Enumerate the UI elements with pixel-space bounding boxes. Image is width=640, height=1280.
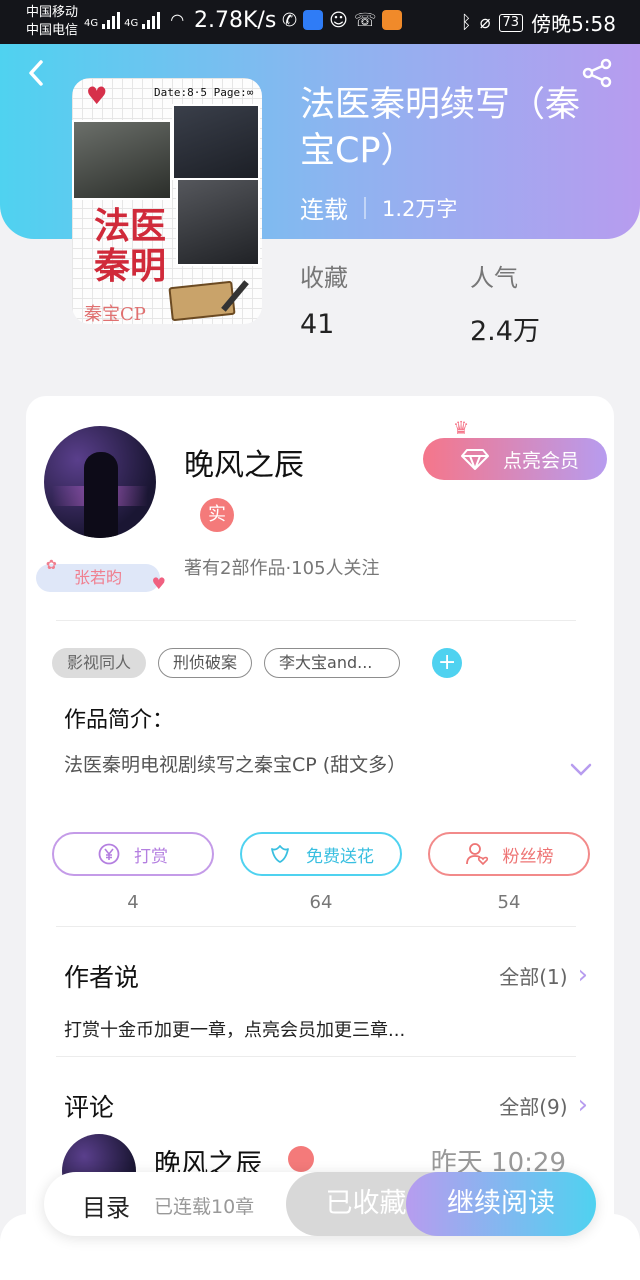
author-says-more[interactable]: 全部(1) ›: [499, 960, 588, 990]
author-says-title: 作者说: [64, 963, 140, 992]
wifi-icon: ◠: [170, 10, 185, 29]
plus-icon: +: [437, 650, 457, 675]
author-stats: 著有2部作品·105人关注: [184, 558, 380, 579]
toc-button[interactable]: 目录: [82, 1188, 130, 1223]
reward-count: 4: [127, 892, 139, 913]
phone-icon: ☏: [353, 10, 377, 31]
carrier-2: 中国电信: [26, 23, 79, 38]
book-cover[interactable]: ♥ Date:8·5 Page:∞ 法医秦明 秦宝CP: [72, 78, 262, 324]
fans-label: 粉丝榜: [502, 846, 554, 867]
video-icon: [382, 10, 403, 30]
carrier-info: 中国移动 中国电信: [26, 4, 78, 40]
author-says-text[interactable]: 打赏十金币加更一章，点亮会员加更三章...: [64, 1016, 405, 1042]
chevron-right-icon: ›: [577, 1090, 588, 1120]
author-says-more-label: 全部(1): [499, 964, 568, 989]
flower-label: 免费送花: [306, 846, 374, 867]
network-type-2: 4G: [124, 18, 139, 29]
back-icon: [29, 60, 43, 86]
send-flower-button[interactable]: 免费送花: [240, 832, 402, 876]
pendant-label: 张若昀: [73, 568, 122, 587]
add-tag-button[interactable]: +: [432, 648, 463, 678]
cover-title: 法医秦明: [94, 205, 167, 287]
bottom-action-bar: 目录 已连载10章 已收藏 继续阅读: [44, 1172, 596, 1236]
chapter-count: 已连载10章: [154, 1196, 255, 1218]
cover-photo: [172, 104, 260, 180]
tag-list: 影视同人 刑侦破案 李大宝and... +: [52, 648, 463, 678]
status-time: 傍晚5:58: [531, 12, 616, 36]
fans-ranking-button[interactable]: 粉丝榜: [428, 832, 590, 876]
app-icon: [303, 10, 324, 30]
chevron-right-icon: ›: [577, 960, 588, 990]
book-meta: 连载 1.2万字: [300, 190, 457, 225]
back-button[interactable]: [24, 58, 54, 88]
favorites-stat: 收藏 41: [300, 258, 348, 340]
avatar-pendant: ✿ 张若昀 ♥: [36, 558, 166, 593]
notification-icons: ✆ ☺ ☏: [282, 10, 403, 31]
word-count: 1.2万字: [382, 196, 458, 221]
sparkle-icon: ✿: [46, 558, 57, 573]
fans-action: 粉丝榜 54: [428, 832, 590, 913]
book-status: 连载: [300, 196, 348, 224]
avatar-figure: [84, 452, 118, 538]
book-detail-card: ✿ 张若昀 ♥ 晚风之辰 实 著有2部作品·105人关注 ♛ 点亮会员 影视同人…: [26, 396, 614, 1280]
bluetooth-icon: ᛒ: [460, 12, 472, 33]
favorites-label: 收藏: [300, 264, 348, 292]
author-name[interactable]: 晚风之辰: [184, 440, 304, 484]
favorites-value: 41: [300, 309, 335, 340]
crown-icon: ♛: [453, 418, 470, 439]
tag-item[interactable]: 李大宝and...: [264, 648, 401, 678]
reward-button[interactable]: 打赏: [52, 832, 214, 876]
mute-icon: ⌀: [479, 12, 491, 33]
signal-icon: [142, 11, 161, 29]
tag-item[interactable]: 刑侦破案: [158, 648, 253, 678]
comments-more-label: 全部(9): [499, 1094, 568, 1119]
divider: [56, 1056, 576, 1057]
cover-subtitle: 秦宝CP: [84, 304, 146, 324]
qq-icon: ☺: [329, 10, 348, 31]
flower-icon: [271, 845, 289, 863]
yen-icon: [98, 843, 120, 865]
cover-photo: [72, 120, 172, 200]
comments-title: 评论: [64, 1093, 115, 1122]
divider: [56, 620, 576, 621]
comments-more[interactable]: 全部(9) ›: [499, 1090, 588, 1120]
intro-title: 作品简介：: [64, 708, 175, 733]
chevron-down-icon[interactable]: [570, 762, 592, 778]
status-bar: 中国移动 中国电信 4G 4G ◠ 2.78K/s ✆ ☺ ☏ ᛒ ⌀ 73 傍…: [0, 0, 640, 44]
network-speed: 2.78K/s: [194, 8, 277, 33]
flower-count: 64: [309, 892, 333, 913]
continue-reading-button[interactable]: 继续阅读: [406, 1172, 596, 1236]
network-type-1: 4G: [84, 18, 99, 29]
tag-item[interactable]: 影视同人: [52, 648, 147, 678]
popularity-value: 2.4万: [470, 316, 540, 347]
reward-action: 打赏 4: [52, 832, 214, 913]
diamond-icon: [460, 449, 489, 470]
signal-icon: [102, 11, 121, 29]
flower-action: 免费送花 64: [240, 832, 402, 913]
network-indicators: 4G 4G ◠: [84, 10, 184, 29]
battery-icon: 73: [498, 13, 524, 32]
book-title: 法医秦明续写（秦宝CP）: [300, 85, 581, 171]
fans-count: 54: [497, 892, 521, 913]
author-avatar[interactable]: [44, 426, 156, 538]
vip-button-label: 点亮会员: [502, 449, 579, 472]
heart-icon: ♥: [86, 82, 108, 110]
missed-call-icon: ✆: [282, 10, 298, 31]
diamond-icon: [288, 1146, 314, 1172]
intro-text: 法医秦明电视剧续写之秦宝CP (甜文多）: [64, 754, 407, 776]
status-right: ᛒ ⌀ 73 傍晚5:58: [461, 8, 616, 37]
meta-divider: [364, 196, 366, 219]
popularity-label: 人气: [470, 264, 518, 292]
cover-date: Date:8·5 Page:∞: [154, 86, 254, 99]
divider: [56, 926, 576, 927]
popularity-stat: 人气 2.4万: [470, 258, 540, 348]
heart-icon: ♥: [151, 574, 166, 593]
carrier-1: 中国移动: [26, 5, 79, 20]
reward-label: 打赏: [134, 846, 168, 867]
cover-photo: [176, 178, 260, 266]
verified-badge: 实: [200, 498, 234, 532]
fans-icon: [465, 843, 488, 866]
vip-button[interactable]: ♛ 点亮会员: [423, 418, 607, 480]
action-row: 打赏 4 免费送花 64 粉丝榜 54: [52, 832, 590, 913]
